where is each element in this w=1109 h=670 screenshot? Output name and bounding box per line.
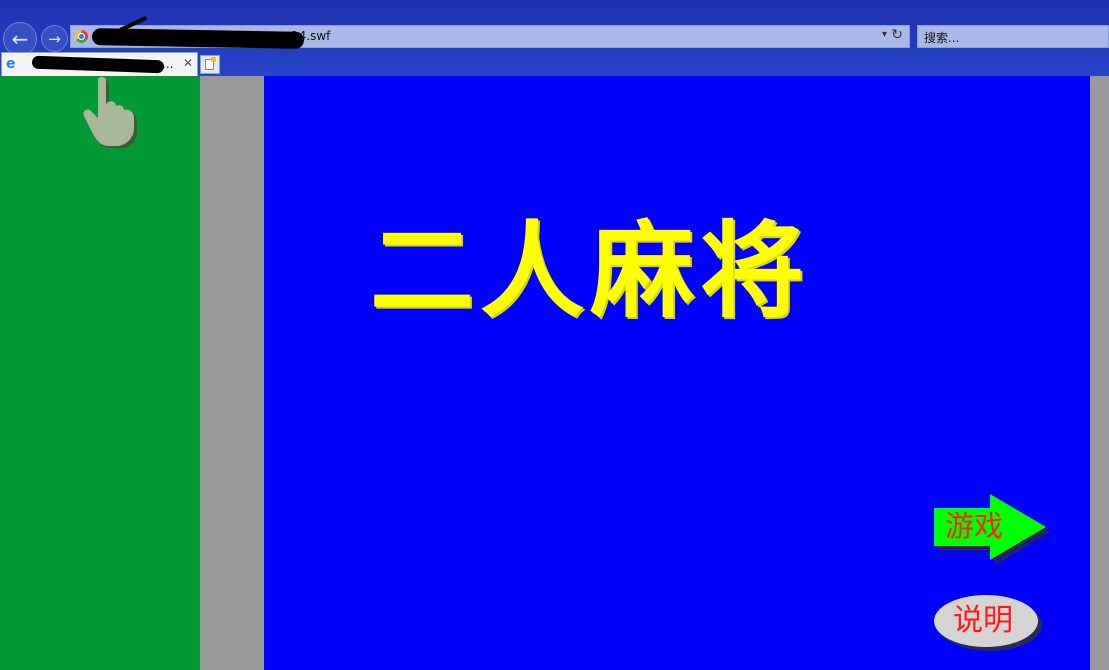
refresh-icon[interactable]: ↻ (891, 27, 903, 43)
new-tab-icon (205, 57, 216, 70)
address-dropdown-icon[interactable]: ▾ (882, 29, 887, 40)
game-title: 二人麻将 (370, 210, 811, 332)
search-input[interactable]: 搜索... (917, 25, 1109, 48)
browser-toolbar: ← → 14.swf ▾ ↻ 搜索... e ... ✕ (0, 0, 1109, 76)
play-game-label: 游戏 (945, 509, 1004, 543)
forward-button[interactable]: → (41, 25, 68, 52)
forward-arrow-icon: → (48, 29, 61, 48)
side-margin-right (1090, 76, 1109, 670)
new-tab-button[interactable] (200, 55, 220, 74)
play-game-button[interactable]: 游戏 (933, 493, 1051, 565)
side-margin-left (200, 76, 264, 670)
back-arrow-icon: ← (11, 27, 29, 51)
back-button[interactable]: ← (3, 22, 37, 56)
left-panel (0, 76, 200, 670)
ie-logo-icon: e (6, 56, 16, 72)
instructions-label: 说明 (953, 603, 1013, 638)
hand-pointer-icon (83, 77, 137, 148)
instructions-button[interactable]: 说明 (933, 593, 1045, 653)
flash-stage[interactable] (264, 76, 1090, 670)
tab-close-icon[interactable]: ✕ (183, 56, 193, 70)
chrome-logo-icon (75, 30, 88, 43)
